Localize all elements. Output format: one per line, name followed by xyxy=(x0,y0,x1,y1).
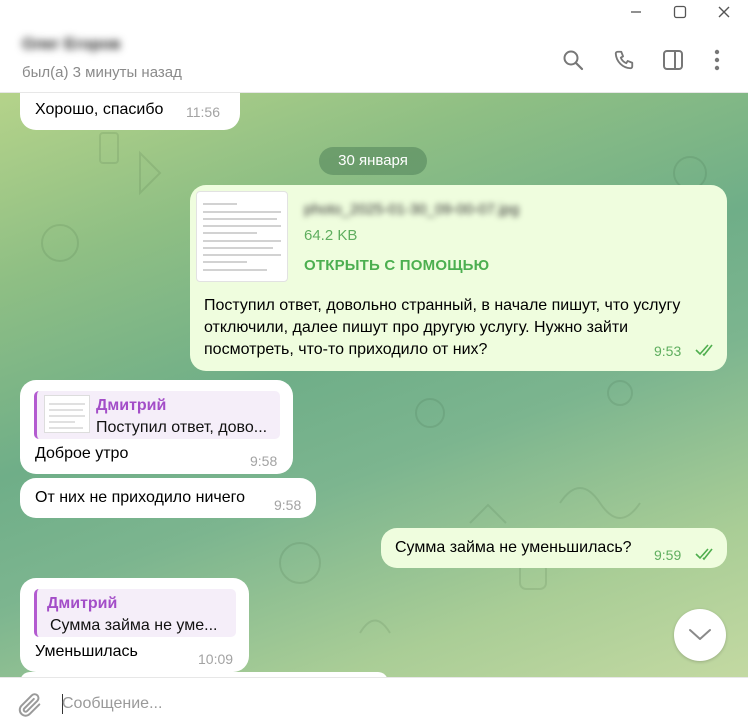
reply-text: Поступил ответ, дово... xyxy=(96,419,268,436)
scroll-to-bottom-button[interactable] xyxy=(674,609,726,661)
search-icon xyxy=(563,50,584,71)
more-vertical-icon xyxy=(714,49,720,71)
reply-thumbnail xyxy=(44,395,90,433)
search-button[interactable] xyxy=(559,46,587,74)
message-incoming-reply[interactable]: Дмитрий Поступил ответ, дово... Доброе у… xyxy=(20,380,293,474)
contact-status: был(а) 3 минуты назад xyxy=(22,64,182,81)
message-composer xyxy=(0,677,748,727)
sidebar-toggle-icon xyxy=(663,50,683,70)
message-incoming-reply[interactable]: Дмитрий Сумма займа не уме... Уменьшилас… xyxy=(20,578,249,672)
message-text: Хорошо, спасибо xyxy=(35,101,164,118)
date-separator: 30 января xyxy=(319,147,427,175)
message-time: 9:59 xyxy=(654,547,682,563)
reply-preview[interactable]: Дмитрий Поступил ответ, дово... xyxy=(34,391,280,439)
message-time: 9:58 xyxy=(250,453,278,469)
message-text-line: Поступил ответ, довольно странный, в нач… xyxy=(204,297,681,314)
message-incoming[interactable]: Хорошо, спасибо 11:56 xyxy=(20,93,240,130)
minimize-button[interactable] xyxy=(614,1,658,23)
double-check-icon xyxy=(695,344,713,357)
reply-preview[interactable]: Дмитрий Сумма займа не уме... xyxy=(34,589,236,637)
attach-button[interactable] xyxy=(16,691,44,719)
file-name[interactable]: photo_2025-01-30_09-00-07.jpg xyxy=(304,199,519,221)
message-text-line: посмотреть, что-то приходило от них? xyxy=(204,341,488,358)
window-title-bar xyxy=(0,0,748,26)
reply-author: Дмитрий xyxy=(96,397,167,414)
more-button[interactable] xyxy=(703,46,731,74)
message-text-line: отключили, далее пишут про другую услугу… xyxy=(204,319,629,336)
document-preview-icon xyxy=(203,203,281,271)
chevron-down-icon xyxy=(689,629,711,640)
message-text: Поступил ответ, довольно странный, в нач… xyxy=(204,295,680,361)
message-outgoing[interactable]: Сумма займа не уменьшилась? 9:59 xyxy=(381,528,727,568)
message-incoming[interactable]: От них не приходило ничего 9:58 xyxy=(20,478,316,518)
maximize-button[interactable] xyxy=(658,1,702,23)
call-button[interactable] xyxy=(610,46,638,74)
contact-name[interactable]: Олег Егоров xyxy=(22,36,120,54)
maximize-icon xyxy=(673,5,687,19)
message-text: Доброе утро xyxy=(35,445,129,462)
close-icon xyxy=(718,6,730,18)
message-input[interactable] xyxy=(62,690,662,718)
chat-header: Олег Егоров был(а) 3 минуты назад xyxy=(0,26,748,93)
reply-text: Сумма займа не уме... xyxy=(50,617,218,634)
document-preview-icon xyxy=(49,403,85,429)
double-check-icon xyxy=(695,548,713,561)
message-time: 9:58 xyxy=(274,497,302,513)
file-thumbnail[interactable] xyxy=(196,191,288,282)
message-outgoing-file[interactable]: photo_2025-01-30_09-00-07.jpg 64.2 KB ОТ… xyxy=(190,185,727,371)
chat-area[interactable]: Хорошо, спасибо 11:56 30 января photo_20… xyxy=(0,93,748,677)
message-text: Сумма займа не уменьшилась? xyxy=(395,539,632,556)
paperclip-icon xyxy=(18,693,41,717)
sidebar-toggle-button[interactable] xyxy=(659,46,687,74)
message-time: 10:09 xyxy=(198,651,234,667)
message-text: От них не приходило ничего xyxy=(35,489,246,506)
close-button[interactable] xyxy=(702,1,746,23)
phone-icon xyxy=(614,50,634,70)
open-with-button[interactable]: ОТКРЫТЬ С ПОМОЩЬЮ xyxy=(304,255,489,277)
reply-author: Дмитрий xyxy=(47,595,118,612)
message-text: Уменьшилась xyxy=(35,643,138,660)
minimize-icon xyxy=(631,11,641,13)
file-size: 64.2 KB xyxy=(304,227,358,244)
message-time: 9:53 xyxy=(654,343,682,359)
message-time: 11:56 xyxy=(186,104,220,120)
